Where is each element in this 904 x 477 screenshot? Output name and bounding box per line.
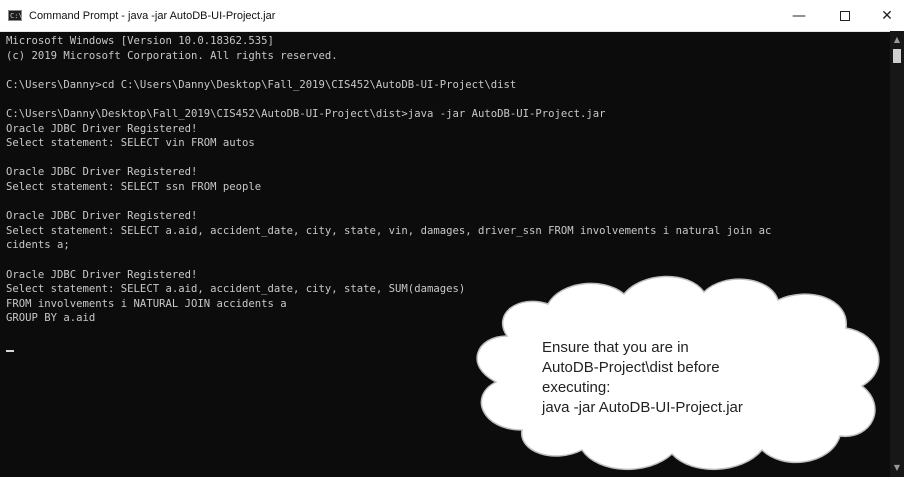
console-line: Select statement: SELECT vin FROM autos xyxy=(6,137,255,150)
console-line: Select statement: SELECT a.aid, accident… xyxy=(6,224,772,237)
maximize-button[interactable] xyxy=(822,0,868,31)
thought-bubble-callout: Ensure that you are in AutoDB-Project\di… xyxy=(452,270,904,477)
close-button[interactable]: ✕ xyxy=(864,0,904,31)
callout-text: Ensure that you are in AutoDB-Project\di… xyxy=(542,339,743,416)
window-title: Command Prompt - java -jar AutoDB-UI-Pro… xyxy=(29,9,276,22)
console-line: (c) 2019 Microsoft Corporation. All righ… xyxy=(6,49,338,62)
scrollbar-thumb[interactable] xyxy=(893,49,901,63)
minimize-button[interactable]: — xyxy=(776,0,822,31)
console-line: Oracle JDBC Driver Registered! xyxy=(6,210,198,223)
text-cursor xyxy=(6,350,14,353)
console-line: C:\Users\Danny\Desktop\Fall_2019\CIS452\… xyxy=(6,107,606,120)
title-bar[interactable]: C:\ Command Prompt - java -jar AutoDB-UI… xyxy=(0,0,904,32)
console-line: cidents a; xyxy=(6,239,70,252)
minimize-icon: — xyxy=(792,7,806,24)
scroll-up-icon[interactable]: ▲ xyxy=(890,35,904,45)
console-line: Oracle JDBC Driver Registered! xyxy=(6,122,198,135)
maximize-icon xyxy=(840,10,850,21)
console-line: C:\Users\Danny>cd C:\Users\Danny\Desktop… xyxy=(6,78,517,91)
close-icon: ✕ xyxy=(881,7,893,24)
console-line: Oracle JDBC Driver Registered! xyxy=(6,166,198,179)
console-line: Microsoft Windows [Version 10.0.18362.53… xyxy=(6,35,274,47)
console-line: Select statement: SELECT ssn FROM people xyxy=(6,180,262,193)
command-prompt-icon: C:\ xyxy=(8,10,23,21)
